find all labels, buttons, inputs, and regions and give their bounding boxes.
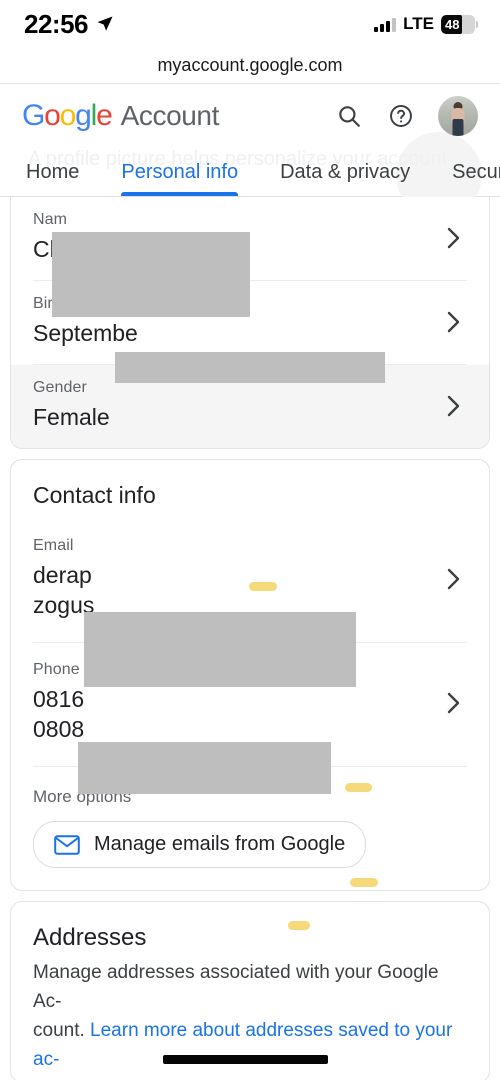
help-circle-icon[interactable] [386,101,416,131]
search-icon[interactable] [334,101,364,131]
tab-security[interactable]: Security [452,161,500,196]
highlighter-mark-phone [345,783,372,792]
status-right: LTE 48 [374,14,478,34]
redaction-box-name [52,232,250,317]
row-value: Septembe [33,320,138,346]
highlighter-mark-button [288,921,310,930]
product-name: Account [120,100,220,131]
location-arrow-icon [97,16,113,31]
addresses-desc-line2: count. [33,1020,91,1041]
tab-home[interactable]: Home [26,161,79,196]
nav-tabs: Home Personal info Data & privacy Securi… [0,148,500,196]
header-actions [334,96,478,136]
chevron-right-icon[interactable] [441,566,467,592]
status-time: 22:56 [24,8,89,39]
redaction-box-phone [78,742,331,794]
row-value-line2: 0808 [33,716,85,742]
tab-data-privacy[interactable]: Data & privacy [280,161,410,196]
black-marker-line [163,1055,328,1064]
browser-url-bar[interactable]: myaccount.google.com [0,48,500,84]
redaction-box-birthday [115,352,385,383]
chevron-right-icon[interactable] [441,225,467,251]
phone-screen: 22:56 LTE 48 myaccount.google.com A prof… [0,0,500,1080]
url-text: myaccount.google.com [157,55,343,75]
addresses-card: Addresses Manage addresses associated wi… [10,901,490,1080]
chevron-right-icon[interactable] [441,309,467,335]
row-value-line1: derap [33,562,92,588]
avatar[interactable] [438,96,478,136]
highlighter-mark-more-options [350,878,378,887]
addresses-title: Addresses [33,924,147,951]
row-label: Nam [33,211,68,228]
row-label: Email [33,537,74,554]
envelope-icon [54,834,80,855]
row-value-line1: 0816 [33,686,85,712]
google-account-header: Google Account [0,84,500,148]
redaction-box-email [84,612,356,687]
chevron-right-icon[interactable] [441,690,467,716]
battery-percent-label: 48 [445,16,460,32]
battery-indicator: 48 [441,14,478,34]
contact-info-title: Contact info [33,482,156,508]
chevron-right-icon[interactable] [441,393,467,419]
row-value: Female [33,404,110,430]
signal-strength-icon [374,17,397,32]
brand-lockup: Google Account [22,99,219,133]
tab-personal-info[interactable]: Personal info [121,161,238,196]
highlighter-mark-email [249,582,277,591]
network-type-label: LTE [403,14,434,33]
addresses-desc-line1: Manage addresses associated with your Go… [33,962,439,1012]
manage-emails-label: Manage emails from Google [94,833,346,855]
status-bar: 22:56 LTE 48 [0,0,500,48]
status-left: 22:56 [24,9,114,40]
manage-emails-button[interactable]: Manage emails from Google [33,821,367,868]
google-logo: Google [22,99,113,132]
